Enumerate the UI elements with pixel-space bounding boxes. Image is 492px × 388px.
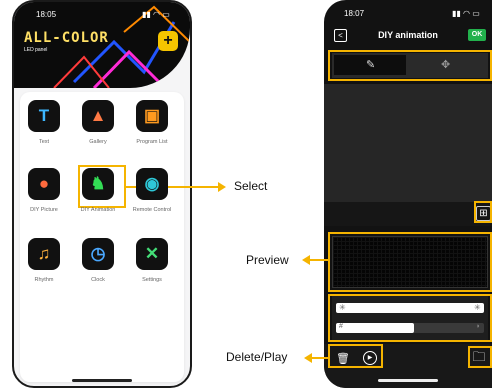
- app-tile-text[interactable]: T: [28, 100, 60, 132]
- app-label: DIY Animation: [80, 207, 116, 213]
- select-arrow-head: [218, 182, 226, 192]
- preview-callout: Preview: [246, 253, 289, 267]
- app-label: Text: [38, 139, 50, 145]
- preview-arrow-line: [309, 259, 328, 261]
- slider-highlight: [328, 294, 492, 342]
- text-icon: T: [38, 106, 50, 125]
- home-indicator: [72, 379, 132, 382]
- status-icons: ▮▮ ◠ ▭: [452, 9, 480, 18]
- delete-play-callout: Delete/Play: [226, 350, 288, 364]
- app-label: Remote Control: [132, 207, 172, 213]
- clock-icon: ◷: [90, 244, 106, 263]
- app-tile-diy-picture[interactable]: ●: [28, 168, 60, 200]
- grid-button-highlight: [474, 201, 492, 223]
- gallery-icon: ▲: [89, 106, 107, 125]
- select-callout: Select: [234, 179, 268, 193]
- wrench-icon: ✕: [144, 244, 160, 263]
- status-time: 18:07: [344, 9, 365, 18]
- app-logo-subtitle: LED panel: [24, 47, 48, 53]
- app-label: Gallery: [89, 139, 107, 145]
- tv-icon: ▣: [143, 106, 161, 125]
- add-device-button[interactable]: +: [158, 31, 178, 51]
- delete-play-highlight: [328, 344, 383, 368]
- ok-button[interactable]: OK: [468, 29, 486, 41]
- app-tile-rhythm[interactable]: ♫: [28, 238, 60, 270]
- app-tile-settings[interactable]: ✕: [136, 238, 168, 270]
- app-tile-diy-animation[interactable]: ♞: [82, 168, 114, 200]
- app-tile-gallery[interactable]: ▲: [82, 100, 114, 132]
- music-icon: ♫: [37, 244, 51, 263]
- preview-highlight: [328, 232, 492, 292]
- app-label: Rhythm: [34, 277, 54, 283]
- app-grid-panel: [20, 92, 184, 382]
- page-title: DIY animation: [378, 30, 438, 40]
- delete-play-arrow-line: [311, 357, 328, 359]
- canvas-toolbar: [324, 202, 492, 226]
- home-indicator: [378, 379, 438, 382]
- app-label: DIY Picture: [30, 207, 58, 213]
- app-tile-program-list[interactable]: ▣: [136, 100, 168, 132]
- app-logo: ALL-COLOR: [24, 30, 109, 46]
- app-label: Settings: [142, 277, 162, 283]
- palette-icon: ●: [38, 174, 50, 193]
- plus-icon: +: [163, 32, 173, 49]
- drawing-canvas[interactable]: [324, 84, 492, 202]
- tool-bar-highlight: [328, 50, 492, 81]
- status-time: 18:05: [36, 10, 57, 19]
- app-label: Clock: [91, 277, 105, 283]
- app-label: Program List: [136, 139, 168, 145]
- app-tile-remote-control[interactable]: ◉: [136, 168, 168, 200]
- folder-highlight: [468, 346, 492, 368]
- home-header: 18:05 ▮▮ ◠ ▭ ALL-COLOR LED panel +: [14, 2, 190, 88]
- runner-icon: ♞: [90, 174, 106, 193]
- gamepad-icon: ◉: [144, 174, 160, 193]
- app-tile-clock[interactable]: ◷: [82, 238, 114, 270]
- status-icons: ▮▮ ◠ ▭: [142, 10, 170, 19]
